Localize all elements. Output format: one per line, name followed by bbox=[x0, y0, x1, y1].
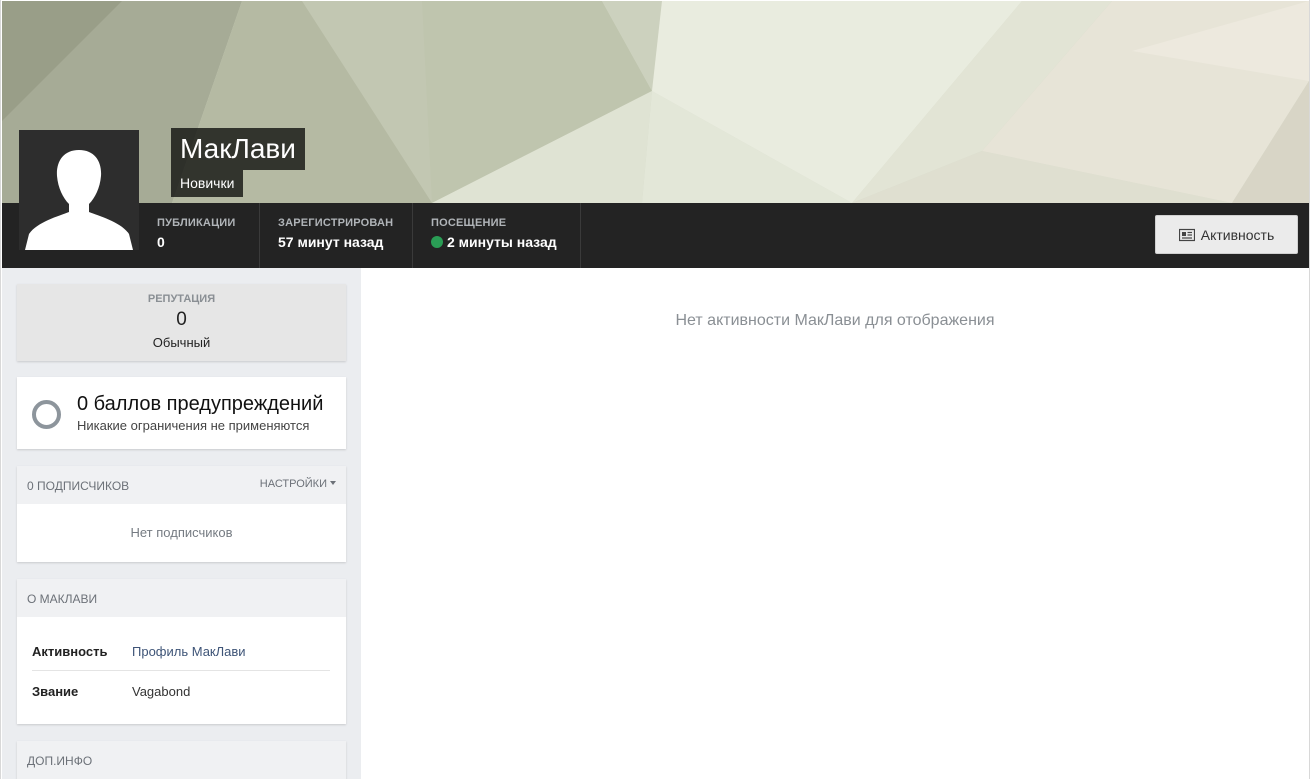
reputation-value: 0 bbox=[176, 309, 187, 330]
stat-posts-label: ПУБЛИКАЦИИ bbox=[157, 217, 236, 229]
followers-title: 0 ПОДПИСЧИКОВ bbox=[27, 479, 130, 493]
about-row-key: Активность bbox=[32, 644, 108, 659]
online-status-icon bbox=[431, 236, 443, 248]
stat-visit-label: ПОСЕЩЕНИЕ bbox=[431, 217, 507, 229]
profile-stats-bar: ПУБЛИКАЦИИ 0 ЗАРЕГИСТРИРОВАН 57 минут на… bbox=[2, 203, 1309, 268]
chevron-down-icon bbox=[330, 481, 336, 485]
stat-last-visit: ПОСЕЩЕНИЕ 2 минуты назад bbox=[413, 203, 581, 268]
stat-visit-value: 2 минуты назад bbox=[447, 234, 557, 250]
warning-points-ring-icon bbox=[32, 400, 61, 429]
avatar[interactable] bbox=[19, 130, 139, 250]
followers-settings-button[interactable]: НАСТРОЙКИ bbox=[260, 478, 336, 490]
activity-button[interactable]: Активность bbox=[1155, 215, 1298, 254]
reputation-label: РЕПУТАЦИЯ bbox=[147, 293, 216, 305]
activity-newspaper-icon bbox=[1178, 228, 1195, 241]
about-title: О МАКЛАВИ bbox=[27, 592, 98, 606]
stat-posts: ПУБЛИКАЦИИ 0 bbox=[139, 203, 260, 268]
default-user-silhouette-icon bbox=[19, 130, 139, 250]
extra-info-box: ДОП.ИНФО bbox=[17, 741, 346, 779]
member-group: Новички bbox=[171, 170, 244, 197]
activity-button-label: Активность bbox=[1200, 226, 1275, 243]
about-row-value: Vagabond bbox=[132, 684, 191, 699]
about-row-key: Звание bbox=[32, 684, 79, 699]
warning-points-title: 0 баллов предупреждений bbox=[77, 393, 324, 415]
about-header: О МАКЛАВИ bbox=[17, 579, 346, 617]
about-row: Звание Vagabond bbox=[32, 672, 330, 711]
reputation-level: Обычный bbox=[152, 335, 211, 350]
about-row: Активность Профиль МакЛави bbox=[32, 632, 330, 671]
warning-restrictions-text: Никакие ограничения не применяются bbox=[77, 418, 310, 433]
stat-joined: ЗАРЕГИСТРИРОВАН 57 минут назад bbox=[260, 203, 413, 268]
warnings-box: 0 баллов предупреждений Никакие ограниче… bbox=[17, 377, 346, 449]
extra-info-header: ДОП.ИНФО bbox=[17, 741, 346, 779]
stat-joined-value: 57 минут назад bbox=[278, 234, 384, 250]
profile-name: МакЛави bbox=[171, 128, 305, 170]
about-box: О МАКЛАВИ Активность Профиль МакЛави Зва… bbox=[17, 579, 346, 724]
stat-joined-label: ЗАРЕГИСТРИРОВАН bbox=[278, 217, 394, 229]
followers-header: 0 ПОДПИСЧИКОВ НАСТРОЙКИ bbox=[17, 466, 346, 504]
no-activity-message: Нет активности МакЛави для отображения bbox=[675, 312, 995, 329]
followers-empty-text: Нет подписчиков bbox=[130, 525, 233, 540]
profile-link[interactable]: Профиль МакЛави bbox=[132, 644, 246, 659]
extra-info-title: ДОП.ИНФО bbox=[27, 754, 93, 768]
followers-box: 0 ПОДПИСЧИКОВ НАСТРОЙКИ Нет подписчиков bbox=[17, 466, 346, 562]
reputation-box: РЕПУТАЦИЯ 0 Обычный bbox=[17, 284, 346, 361]
profile-page: МакЛави Новички ПУБЛИКАЦИИ 0 ЗАРЕГИСТРИР… bbox=[0, 0, 1310, 779]
activity-feed: Нет активности МакЛави для отображения bbox=[361, 268, 1309, 779]
profile-sidebar: РЕПУТАЦИЯ 0 Обычный 0 баллов предупрежде… bbox=[2, 268, 361, 779]
stat-posts-value: 0 bbox=[157, 234, 165, 250]
